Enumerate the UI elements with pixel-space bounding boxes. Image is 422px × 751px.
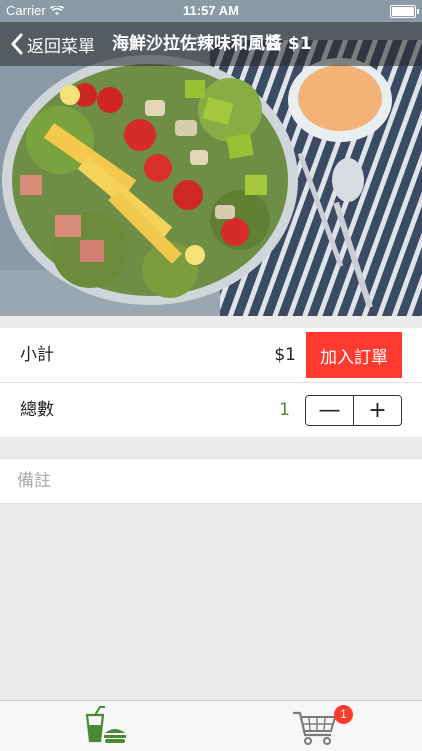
drink-burger-icon <box>85 706 126 743</box>
quantity-label: 總數 <box>20 400 54 420</box>
subtotal-row: 小計 $1 加入訂單 <box>0 328 422 382</box>
quantity-stepper[interactable]: — + <box>305 395 402 426</box>
navigation-bar: 返回菜單 海鮮沙拉佐辣味和風醬 $1 <box>0 22 422 66</box>
subtotal-value: $1 <box>274 345 296 365</box>
notes-input[interactable] <box>0 459 422 503</box>
tab-bar: 1 <box>0 700 422 751</box>
decrement-button[interactable]: — <box>306 396 353 425</box>
page-title: 海鮮沙拉佐辣味和風醬 $1 <box>112 34 312 54</box>
add-to-order-button[interactable]: 加入訂單 <box>306 332 402 378</box>
cart-badge: 1 <box>334 705 353 724</box>
notes-row <box>0 458 422 504</box>
battery-icon <box>390 5 419 18</box>
subtotal-label: 小計 <box>20 345 54 365</box>
back-label: 返回菜單 <box>27 36 95 57</box>
increment-button[interactable]: + <box>354 396 401 425</box>
tab-menu[interactable] <box>81 705 131 747</box>
back-button[interactable]: 返回菜單 <box>10 22 95 66</box>
quantity-value: 1 <box>279 400 290 420</box>
status-time: 11:57 AM <box>183 3 239 18</box>
tab-cart[interactable]: 1 <box>291 705 353 747</box>
chevron-left-icon <box>11 33 23 55</box>
quantity-row: 總數 1 — + <box>0 382 422 437</box>
status-bar: Carrier 11:57 AM <box>0 0 422 22</box>
